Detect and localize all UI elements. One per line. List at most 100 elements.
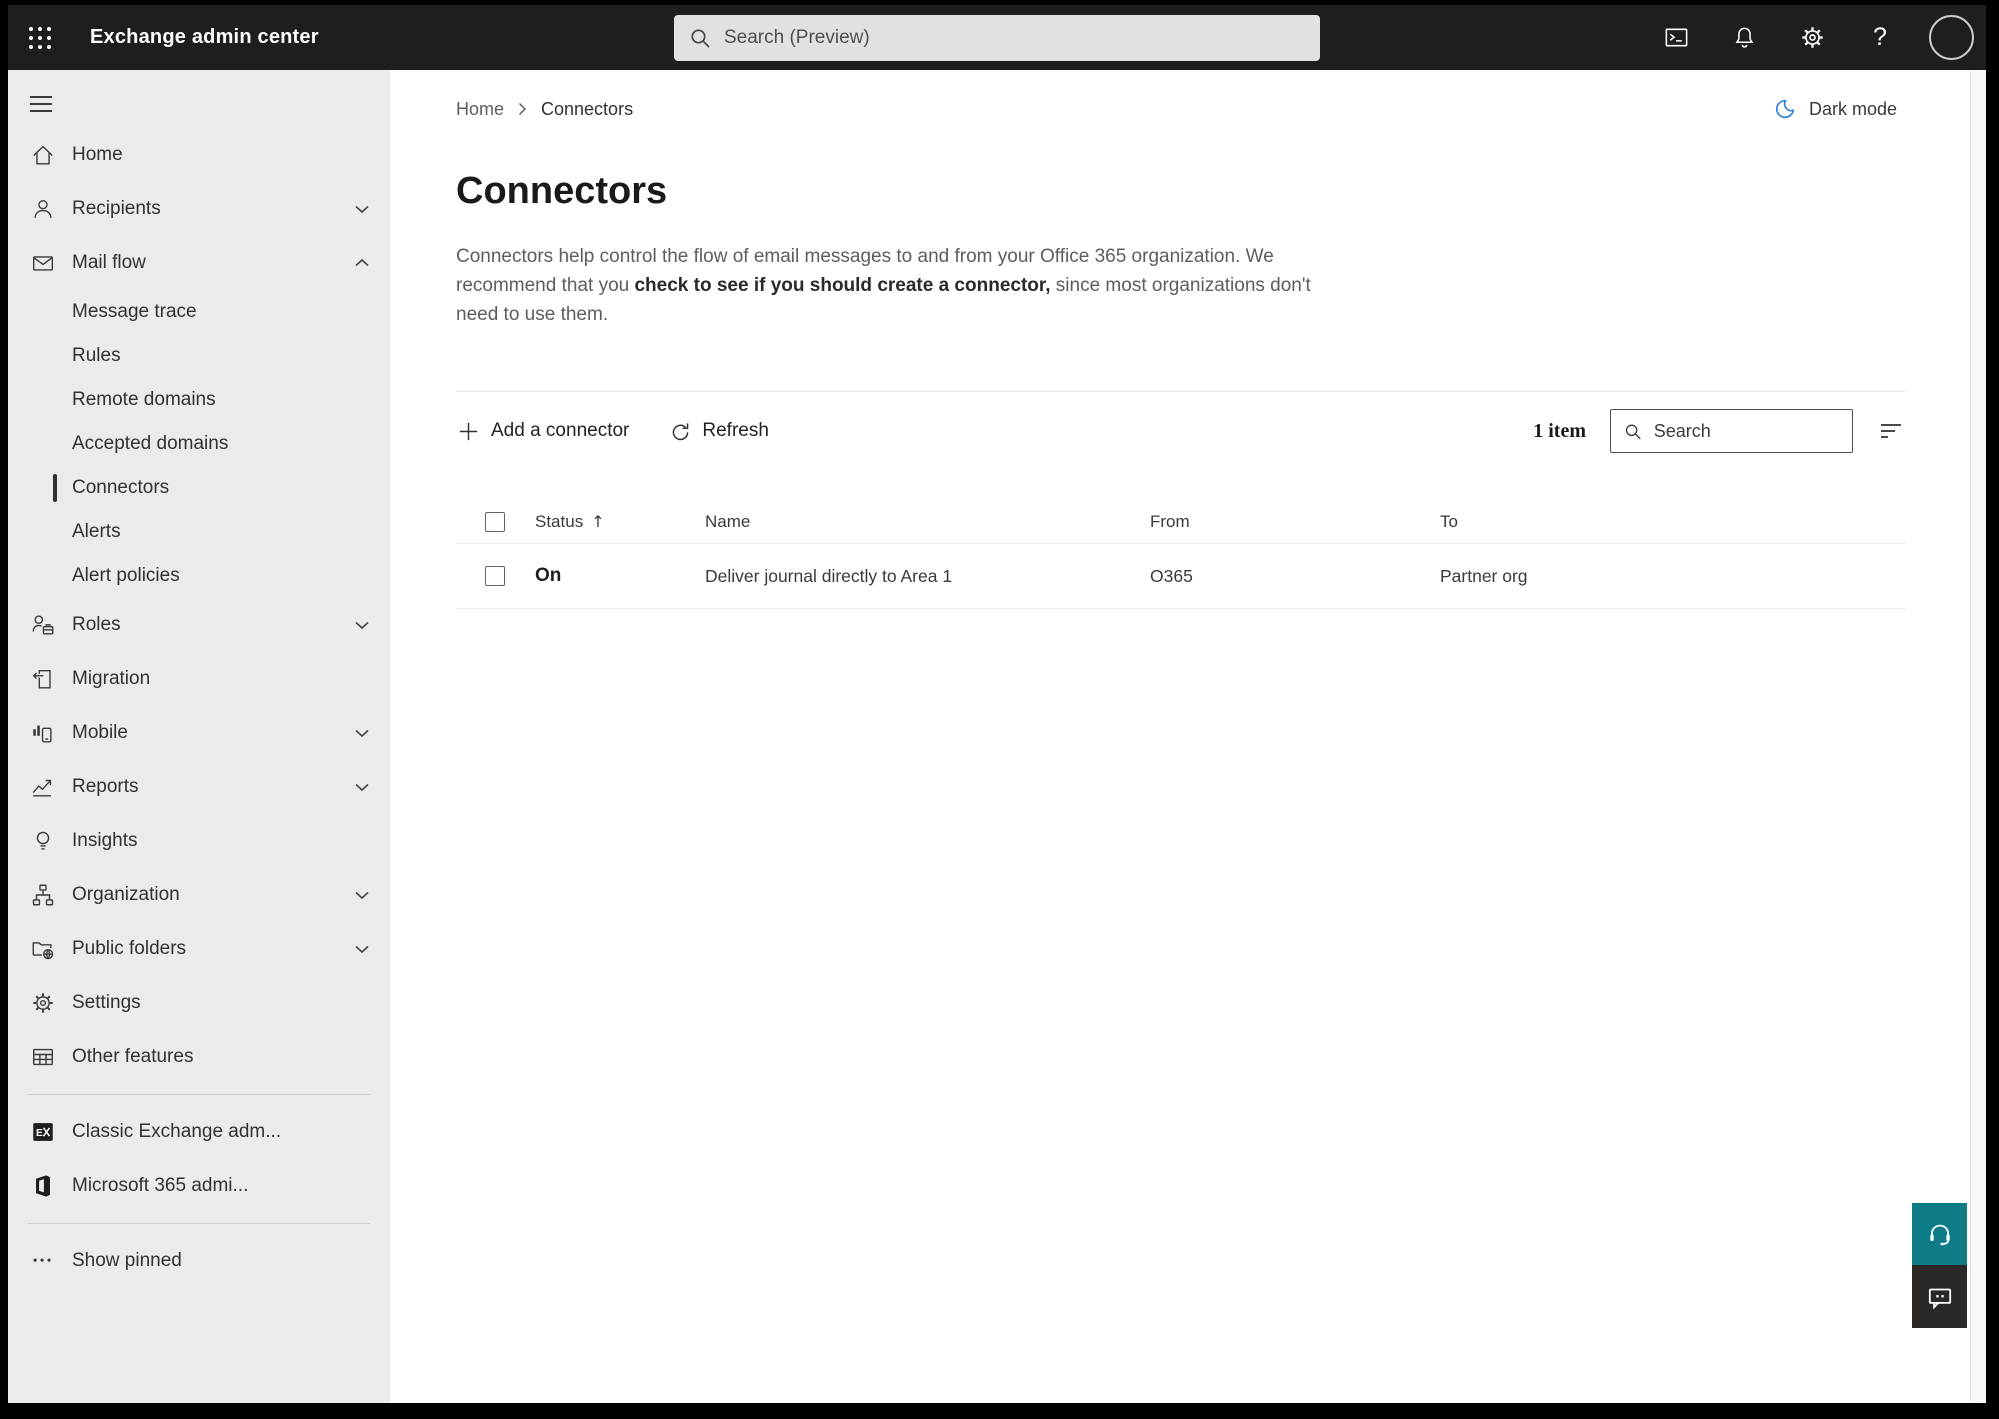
sidebar-item-label: Mail flow: [72, 252, 146, 273]
account-avatar[interactable]: [1929, 15, 1974, 60]
sidebar-item-connectors[interactable]: Connectors: [8, 466, 390, 510]
row-checkbox[interactable]: [485, 566, 505, 586]
chevron-down-icon: [354, 204, 370, 214]
reports-icon: [30, 774, 56, 800]
apps-grid-icon: [29, 26, 33, 31]
chevron-down-icon: [354, 782, 370, 792]
mail-icon: [30, 250, 56, 276]
sidebar-item-show-pinned[interactable]: Show pinned: [8, 1234, 390, 1288]
page-title: Connectors: [456, 170, 668, 212]
add-connector-button[interactable]: Add a connector: [456, 419, 629, 444]
item-count: 1 item: [1533, 419, 1586, 442]
headset-icon: [1929, 1224, 1950, 1246]
description-emphasis: check to see if you should create a conn…: [634, 275, 1051, 296]
refresh-button[interactable]: Refresh: [669, 420, 769, 443]
sidebar-item-migration[interactable]: Migration: [8, 652, 390, 706]
chevron-down-icon: [354, 890, 370, 900]
feedback-button[interactable]: [1912, 1265, 1967, 1328]
table-row[interactable]: On Deliver journal directly to Area 1 O3…: [456, 544, 1905, 609]
org-chart-icon: [30, 882, 56, 908]
sidebar-item-label: Alerts: [72, 521, 121, 542]
sidebar-item-label: Insights: [72, 830, 138, 851]
sidebar-item-mobile[interactable]: Mobile: [8, 706, 390, 760]
sidebar-item-settings[interactable]: Settings: [8, 976, 390, 1030]
chevron-down-icon: [354, 620, 370, 630]
sidebar-item-label: Reports: [72, 776, 139, 797]
selected-indicator: [53, 474, 57, 502]
main-content: Home Connectors Dark mode Connectors Con…: [390, 70, 1970, 1403]
sidebar-divider: [28, 1094, 370, 1095]
sidebar-item-mail-flow[interactable]: Mail flow: [8, 236, 390, 290]
breadcrumb: Home Connectors: [456, 99, 633, 120]
list-toolbar: Add a connector Refresh 1 item: [456, 408, 1905, 454]
sidebar-item-label: Show pinned: [72, 1250, 182, 1271]
sidebar-item-other-features[interactable]: Other features: [8, 1030, 390, 1084]
microsoft-365-logo-icon: [30, 1173, 56, 1199]
help-button[interactable]: ?: [1861, 19, 1899, 57]
sidebar-item-alerts[interactable]: Alerts: [8, 510, 390, 554]
refresh-icon: [673, 422, 689, 440]
dark-mode-label: Dark mode: [1808, 98, 1897, 119]
terminal-icon: [1665, 28, 1687, 47]
sidebar-item-insights[interactable]: Insights: [8, 814, 390, 868]
dark-mode-toggle[interactable]: Dark mode: [1772, 97, 1897, 122]
row-from: O365: [1150, 565, 1193, 586]
sidebar-item-message-trace[interactable]: Message trace: [8, 290, 390, 334]
refresh-label: Refresh: [702, 420, 769, 441]
collapse-nav-button[interactable]: [30, 92, 60, 116]
sidebar-item-organization[interactable]: Organization: [8, 868, 390, 922]
sidebar-item-accepted-domains[interactable]: Accepted domains: [8, 422, 390, 466]
column-header-name[interactable]: Name: [705, 512, 1150, 532]
sidebar-item-label: Roles: [72, 614, 121, 635]
sidebar-item-microsoft-365-admin[interactable]: Microsoft 365 admi...: [8, 1159, 390, 1213]
vertical-scrollbar[interactable]: [1970, 70, 1986, 1403]
column-header-from[interactable]: From: [1150, 512, 1440, 532]
chevron-down-icon: [354, 728, 370, 738]
sidebar-item-reports[interactable]: Reports: [8, 760, 390, 814]
app-launcher-button[interactable]: [20, 18, 60, 58]
sidebar-item-home[interactable]: Home: [8, 128, 390, 182]
sidebar-item-alert-policies[interactable]: Alert policies: [8, 554, 390, 598]
global-search-input[interactable]: [724, 27, 1306, 49]
sort-ascending-icon: ↑: [591, 512, 605, 531]
filter-button[interactable]: [1877, 417, 1905, 445]
sidebar-item-label: Home: [72, 144, 123, 165]
select-all-checkbox[interactable]: [485, 511, 505, 532]
sidebar-item-label: Accepted domains: [72, 433, 229, 454]
sidebar-item-public-folders[interactable]: Public folders: [8, 922, 390, 976]
sidebar-item-label: Public folders: [72, 938, 187, 959]
sidebar-item-label: Remote domains: [72, 389, 216, 410]
sidebar-item-classic-exchange-admin[interactable]: E Classic Exchange adm...: [8, 1105, 390, 1159]
section-divider: [456, 391, 1905, 392]
sidebar-item-label: Connectors: [72, 477, 170, 498]
column-header-to[interactable]: To: [1440, 512, 1905, 532]
breadcrumb-home-link[interactable]: Home: [456, 99, 504, 120]
sidebar-item-label: Classic Exchange adm...: [72, 1121, 282, 1142]
sidebar-item-remote-domains[interactable]: Remote domains: [8, 378, 390, 422]
column-header-status[interactable]: Status ↑: [535, 512, 705, 532]
list-search-input[interactable]: [1653, 420, 1840, 442]
support-button[interactable]: [1912, 1203, 1967, 1265]
person-icon: [30, 196, 56, 222]
row-to: Partner org: [1440, 565, 1528, 586]
global-search-box[interactable]: [674, 15, 1320, 61]
folder-globe-icon: [30, 936, 56, 962]
sidebar-item-recipients[interactable]: Recipients: [8, 182, 390, 236]
sidebar-item-label: Settings: [72, 992, 141, 1013]
powershell-terminal-button[interactable]: [1657, 19, 1695, 57]
chevron-down-icon: [354, 944, 370, 954]
notifications-button[interactable]: [1725, 19, 1763, 57]
left-navigation: Home Recipients Mail flow Message trace …: [8, 70, 390, 1403]
row-name[interactable]: Deliver journal directly to Area 1: [705, 566, 1150, 587]
sidebar-item-label: Recipients: [72, 198, 161, 219]
sidebar-item-label: Mobile: [72, 722, 128, 743]
ellipsis-icon: [30, 1248, 56, 1274]
plus-icon: [459, 422, 478, 440]
list-search-box[interactable]: [1610, 409, 1853, 453]
sidebar-item-rules[interactable]: Rules: [8, 334, 390, 378]
row-status: On: [535, 565, 562, 586]
chevron-up-icon: [354, 258, 370, 268]
lightbulb-icon: [30, 828, 56, 854]
sidebar-item-roles[interactable]: Roles: [8, 598, 390, 652]
settings-button[interactable]: [1793, 19, 1831, 57]
